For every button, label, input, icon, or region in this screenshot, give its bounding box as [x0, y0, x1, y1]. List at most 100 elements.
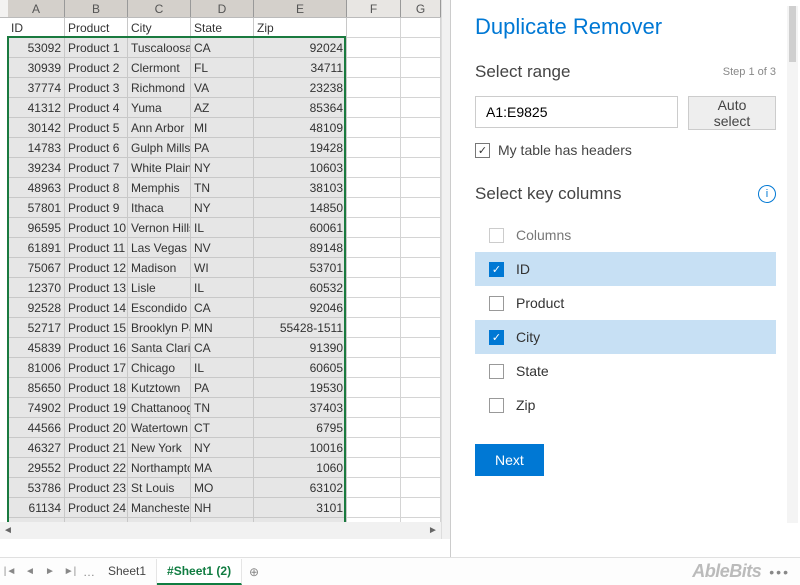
cell[interactable] [347, 38, 401, 58]
cell[interactable]: Product 20 [65, 418, 128, 438]
cell[interactable] [401, 498, 441, 518]
cell[interactable]: Memphis [128, 178, 191, 198]
cell[interactable]: 38103 [254, 178, 347, 198]
cell[interactable]: IL [191, 278, 254, 298]
cell[interactable]: 74902 [8, 398, 65, 418]
cell[interactable] [347, 98, 401, 118]
cell[interactable]: NY [191, 438, 254, 458]
cell[interactable]: Product 14 [65, 298, 128, 318]
cell[interactable]: TN [191, 398, 254, 418]
cell[interactable]: Lisle [128, 278, 191, 298]
cell[interactable]: 60061 [254, 218, 347, 238]
cell[interactable]: 60605 [254, 358, 347, 378]
cell[interactable]: 46327 [8, 438, 65, 458]
cell[interactable]: 41312 [8, 98, 65, 118]
key-column-item[interactable]: ID [475, 252, 776, 286]
key-column-checkbox[interactable] [489, 398, 504, 413]
sheet-tab[interactable]: #Sheet1 (2) [157, 559, 242, 585]
scroll-left-icon[interactable]: ◄ [0, 525, 16, 536]
cell[interactable]: 52717 [8, 318, 65, 338]
cell[interactable]: 3101 [254, 498, 347, 518]
cell[interactable]: 92528 [8, 298, 65, 318]
cell[interactable]: AZ [191, 98, 254, 118]
cell[interactable] [401, 98, 441, 118]
cell[interactable]: State [191, 18, 254, 38]
cell[interactable] [401, 58, 441, 78]
cell[interactable]: Product 5 [65, 118, 128, 138]
cell[interactable] [347, 18, 401, 38]
cell[interactable]: 91390 [254, 338, 347, 358]
cell[interactable]: MN [191, 318, 254, 338]
cell[interactable]: Santa Clarita [128, 338, 191, 358]
next-button[interactable]: Next [475, 444, 544, 476]
cell[interactable]: Richmond [128, 78, 191, 98]
cell[interactable]: Northampton [128, 458, 191, 478]
cell[interactable]: 53786 [8, 478, 65, 498]
cell[interactable]: 19428 [254, 138, 347, 158]
cell[interactable]: Escondido [128, 298, 191, 318]
cell[interactable]: 89148 [254, 238, 347, 258]
cell[interactable]: Product 25 [65, 518, 128, 522]
cell[interactable]: 45839 [8, 338, 65, 358]
cell[interactable]: 30142 [8, 118, 65, 138]
sheet-nav-prev-icon[interactable]: ◄ [20, 566, 40, 577]
cell[interactable]: conover [128, 518, 191, 522]
sheet-nav-next-icon[interactable]: ► [40, 566, 60, 577]
cell[interactable] [401, 438, 441, 458]
headers-checkbox[interactable] [475, 143, 490, 158]
cell[interactable] [401, 238, 441, 258]
key-column-checkbox[interactable] [489, 296, 504, 311]
cell[interactable]: FL [191, 58, 254, 78]
cell[interactable]: Las Vegas [128, 238, 191, 258]
cell[interactable]: 57801 [8, 198, 65, 218]
cell[interactable] [401, 338, 441, 358]
cell[interactable] [401, 318, 441, 338]
cell[interactable]: Gulph Mills [128, 138, 191, 158]
cell[interactable]: PA [191, 138, 254, 158]
key-column-checkbox[interactable] [489, 228, 504, 243]
cell[interactable] [401, 398, 441, 418]
cell[interactable]: St Louis [128, 478, 191, 498]
cell[interactable]: Product 6 [65, 138, 128, 158]
cell[interactable] [347, 458, 401, 478]
cell[interactable] [347, 518, 401, 522]
cell[interactable]: PA [191, 378, 254, 398]
cell[interactable]: 75067 [8, 258, 65, 278]
cell[interactable]: NH [191, 498, 254, 518]
cell[interactable]: 55428-1511 [254, 318, 347, 338]
cell[interactable]: TN [191, 178, 254, 198]
key-column-item[interactable]: Zip [475, 388, 776, 422]
cell[interactable]: IL [191, 218, 254, 238]
cell[interactable]: 1060 [254, 458, 347, 478]
cell[interactable]: MI [191, 118, 254, 138]
cell[interactable]: Yuma [128, 98, 191, 118]
cell[interactable]: 48109 [254, 118, 347, 138]
cell[interactable] [347, 338, 401, 358]
cell[interactable]: 12370 [8, 278, 65, 298]
col-header-D[interactable]: D [191, 0, 254, 17]
col-header-E[interactable]: E [254, 0, 347, 17]
cell[interactable]: CA [191, 298, 254, 318]
cell[interactable]: Product [65, 18, 128, 38]
cell[interactable] [401, 298, 441, 318]
cell[interactable] [401, 198, 441, 218]
cell[interactable]: Zip [254, 18, 347, 38]
cell[interactable]: 61134 [8, 498, 65, 518]
cell[interactable]: 29552 [8, 458, 65, 478]
cell[interactable]: Product 7 [65, 158, 128, 178]
col-header-F[interactable]: F [347, 0, 401, 17]
cell[interactable] [401, 378, 441, 398]
cell[interactable]: Ann Arbor [128, 118, 191, 138]
key-column-item[interactable]: City [475, 320, 776, 354]
cell[interactable]: 23238 [254, 78, 347, 98]
cell[interactable]: Product 24 [65, 498, 128, 518]
scroll-right-icon[interactable]: ► [425, 525, 441, 536]
col-header-B[interactable]: B [65, 0, 128, 17]
cell[interactable] [401, 218, 441, 238]
cell[interactable]: 60532 [254, 278, 347, 298]
cell[interactable]: Clermont [128, 58, 191, 78]
cell[interactable] [401, 178, 441, 198]
horizontal-scrollbar[interactable]: ◄ ► [0, 522, 441, 539]
cell[interactable] [347, 418, 401, 438]
auto-select-button[interactable]: Auto select [688, 96, 776, 130]
